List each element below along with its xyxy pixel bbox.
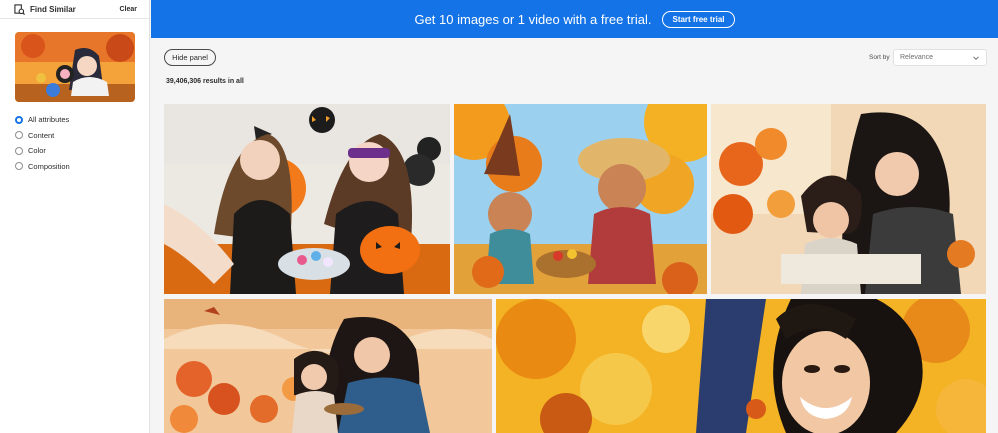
radio-icon[interactable] — [15, 131, 23, 140]
reference-image-thumbnail — [15, 32, 135, 102]
result-image-autumn-cartoon-kids[interactable] — [454, 104, 707, 294]
panel-title: Find Similar — [30, 4, 76, 14]
option-label: All attributes — [28, 115, 70, 125]
result-image-smiling-girl-leaves[interactable] — [496, 299, 986, 433]
panel-header: Find Similar Clear — [0, 0, 149, 19]
free-trial-banner: Get 10 images or 1 video with a free tri… — [151, 0, 998, 38]
option-content[interactable]: Content — [15, 128, 70, 144]
similarity-options: All attributes Content Color Composition — [15, 112, 70, 174]
option-label: Composition — [28, 161, 70, 171]
chevron-down-icon — [972, 54, 980, 62]
sort-label: Sort by — [869, 54, 890, 61]
results-count: 39,406,306 results in all — [166, 78, 244, 85]
option-color[interactable]: Color — [15, 143, 70, 159]
option-all-attributes[interactable]: All attributes — [15, 112, 70, 128]
result-image-mother-child-painting[interactable] — [711, 104, 986, 294]
sort-value: Relevance — [900, 54, 934, 61]
option-label: Content — [28, 130, 55, 140]
result-image-halloween-kids[interactable] — [164, 104, 450, 294]
hide-panel-button[interactable]: Hide panel — [164, 49, 216, 66]
sort-dropdown[interactable]: Relevance — [893, 49, 987, 66]
option-label: Color — [28, 146, 46, 156]
result-image-mother-daughter-illustration[interactable] — [164, 299, 492, 433]
radio-icon[interactable] — [15, 162, 23, 171]
option-composition[interactable]: Composition — [15, 159, 70, 175]
clear-button[interactable]: Clear — [119, 6, 137, 13]
find-similar-icon — [14, 3, 25, 15]
find-similar-panel: Find Similar Clear All attributes Conten… — [0, 0, 150, 433]
radio-selected-icon[interactable] — [15, 115, 23, 124]
start-free-trial-button[interactable]: Start free trial — [662, 10, 735, 28]
radio-icon[interactable] — [15, 146, 23, 155]
banner-text: Get 10 images or 1 video with a free tri… — [414, 11, 652, 27]
